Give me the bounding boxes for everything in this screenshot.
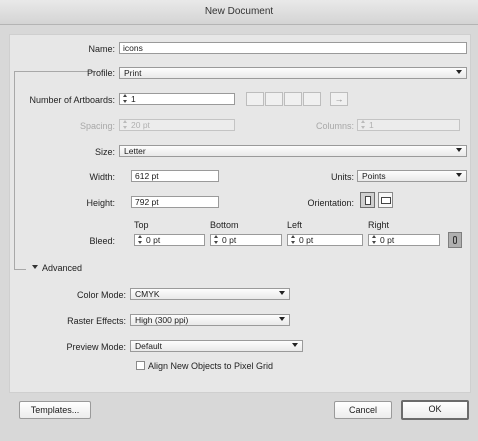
preview-mode-value: Default	[135, 341, 162, 351]
bleed-bottom-value: 0 pt	[222, 235, 237, 245]
preview-mode-label: Preview Mode:	[66, 342, 126, 352]
columns-value: 1	[369, 120, 374, 130]
stepper-icon	[360, 120, 367, 129]
stepper-icon[interactable]	[137, 235, 144, 244]
profile-group-line-side	[14, 71, 15, 270]
columns-label: Columns:	[315, 121, 354, 131]
dialog-title: New Document	[204, 6, 274, 17]
stepper-icon[interactable]	[122, 94, 129, 103]
bleed-right-input[interactable]: 0 pt	[368, 234, 440, 246]
chevron-down-icon	[279, 291, 285, 295]
columns-input: 1	[357, 119, 460, 131]
raster-effects-label: Raster Effects:	[67, 316, 126, 326]
size-value: Letter	[124, 146, 146, 156]
cancel-button[interactable]: Cancel	[334, 401, 392, 419]
chevron-down-icon	[456, 148, 462, 152]
chevron-down-icon	[456, 173, 462, 177]
size-label: Size:	[94, 147, 115, 157]
grid-by-row-icon[interactable]	[246, 92, 264, 106]
profile-select[interactable]: Print	[119, 67, 467, 79]
width-input[interactable]: 612 pt	[131, 170, 219, 182]
align-pixel-grid-checkbox[interactable]	[136, 361, 145, 370]
bleed-left-value: 0 pt	[299, 235, 314, 245]
landscape-orientation-icon[interactable]	[378, 192, 393, 208]
portrait-orientation-icon[interactable]	[360, 192, 375, 208]
bleed-bottom-input[interactable]: 0 pt	[210, 234, 282, 246]
name-label: Name:	[88, 44, 115, 54]
ok-button[interactable]: OK	[401, 400, 469, 420]
bleed-label: Bleed:	[89, 236, 115, 246]
units-select[interactable]: Points	[357, 170, 467, 182]
name-input[interactable]: icons	[119, 42, 467, 54]
align-pixel-grid-label: Align New Objects to Pixel Grid	[148, 361, 274, 371]
raster-effects-select[interactable]: High (300 ppi)	[130, 314, 290, 326]
artboards-input[interactable]: 1	[119, 93, 235, 105]
spacing-input: 20 pt	[119, 119, 235, 131]
bleed-left-label: Left	[287, 220, 303, 230]
bleed-bottom-label: Bottom	[210, 220, 239, 230]
color-mode-value: CMYK	[135, 289, 160, 299]
chevron-down-icon	[456, 70, 462, 74]
layout-direction-icon[interactable]: →	[330, 92, 348, 106]
bleed-top-label: Top	[134, 220, 149, 230]
spacing-label: Spacing:	[79, 121, 115, 131]
color-mode-label: Color Mode:	[76, 290, 126, 300]
arrange-by-column-icon[interactable]	[303, 92, 321, 106]
preview-mode-select[interactable]: Default	[130, 340, 303, 352]
profile-group-line-bottom	[14, 269, 26, 270]
profile-label: Profile:	[86, 68, 115, 78]
width-label: Width:	[89, 172, 115, 182]
size-select[interactable]: Letter	[119, 145, 467, 157]
stepper-icon[interactable]	[213, 235, 220, 244]
disclosure-triangle-icon[interactable]	[32, 265, 38, 269]
chevron-down-icon	[279, 317, 285, 321]
bleed-right-value: 0 pt	[380, 235, 395, 245]
link-bleed-icon[interactable]	[448, 232, 462, 248]
artboards-label: Number of Artboards:	[29, 95, 115, 105]
height-label: Height:	[86, 198, 115, 208]
stepper-icon	[122, 120, 129, 129]
height-input[interactable]: 792 pt	[131, 196, 219, 208]
raster-effects-value: High (300 ppi)	[135, 315, 189, 325]
artboards-value: 1	[131, 94, 136, 104]
templates-button[interactable]: Templates...	[19, 401, 91, 419]
bleed-left-input[interactable]: 0 pt	[287, 234, 363, 246]
spacing-value: 20 pt	[131, 120, 150, 130]
bleed-right-label: Right	[368, 220, 390, 230]
orientation-label: Orientation:	[307, 198, 354, 208]
advanced-toggle[interactable]: Advanced	[42, 263, 82, 273]
profile-value: Print	[124, 68, 142, 78]
dialog-title-bar: New Document	[0, 0, 478, 25]
grid-by-column-icon[interactable]	[265, 92, 283, 106]
stepper-icon[interactable]	[371, 235, 378, 244]
units-value: Points	[362, 171, 386, 181]
bleed-top-value: 0 pt	[146, 235, 161, 245]
color-mode-select[interactable]: CMYK	[130, 288, 290, 300]
units-label: Units:	[330, 172, 354, 182]
bleed-top-input[interactable]: 0 pt	[134, 234, 205, 246]
arrange-by-row-icon[interactable]	[284, 92, 302, 106]
chevron-down-icon	[292, 343, 298, 347]
stepper-icon[interactable]	[290, 235, 297, 244]
